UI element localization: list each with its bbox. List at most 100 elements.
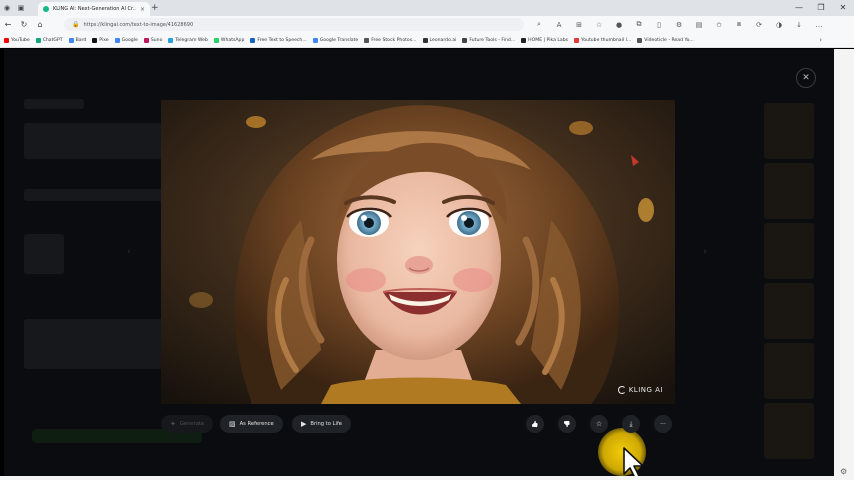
sync-icon[interactable]: ⟳ <box>750 18 768 31</box>
page-scrollbar[interactable]: ⚙ <box>834 49 854 480</box>
bookmark-pixe[interactable]: Pixe <box>92 37 109 43</box>
bookmark-google-translate[interactable]: Google Translate <box>312 37 358 43</box>
settings-gear-icon[interactable]: ⚙ <box>840 467 847 476</box>
kling-favicon-icon <box>43 6 49 12</box>
dimmed-history-thumb <box>764 163 814 219</box>
collections-icon[interactable]: ⧈ <box>730 18 748 31</box>
bookmark-videoticle[interactable]: Videoticle - Read Yo... <box>637 37 694 43</box>
image-icon: ▨ <box>229 420 236 428</box>
browser-toolbar: ← ↻ ⌂ 🔒 https://klingai.com/text-to-imag… <box>0 16 854 33</box>
bookmark-bard[interactable]: Bard <box>68 37 86 43</box>
thumbs-down-icon: 👎 <box>563 420 571 428</box>
yt-thumbnail-icon <box>574 37 580 43</box>
dimmed-row <box>24 189 174 201</box>
bookmark-leonardo[interactable]: Leonardo.ai <box>422 37 456 43</box>
dimmed-heading <box>24 99 84 109</box>
tab-title: KLING AI: Next-Generation AI Cr... <box>53 6 136 12</box>
search-icon[interactable]: ⌕ <box>530 18 548 31</box>
bookmark-pika[interactable]: HOME | Pika Labs <box>521 37 568 43</box>
new-tab-button[interactable]: + <box>151 3 159 13</box>
bookmark-telegram[interactable]: Telegram Web <box>168 37 208 43</box>
bookmark-chatgpt[interactable]: ChatGPT <box>35 37 63 43</box>
star-outline-icon: ☆ <box>595 420 603 428</box>
dimmed-history-thumb <box>764 403 814 459</box>
bookmark-suno[interactable]: Suno <box>143 37 162 43</box>
google-icon <box>114 37 120 43</box>
pika-icon <box>521 37 527 43</box>
as-reference-button[interactable]: ▨ As Reference <box>220 415 283 433</box>
youtube-icon <box>4 37 9 43</box>
bookmark-whatsapp[interactable]: WhatsApp <box>213 37 244 43</box>
home-icon[interactable]: ⌂ <box>32 20 48 29</box>
pixe-icon <box>92 37 98 43</box>
back-arrow-icon[interactable]: ← <box>0 20 16 29</box>
url-text: https://klingai.com/text-to-image/416286… <box>83 21 194 28</box>
read-aloud-icon[interactable]: A <box>550 18 568 31</box>
previous-image-arrow-icon[interactable]: ‹ <box>120 243 138 261</box>
address-bar[interactable]: 🔒 https://klingai.com/text-to-image/4162… <box>64 18 524 31</box>
bookmark-google[interactable]: Google <box>114 37 138 43</box>
download-toolbar-icon[interactable]: ↓ <box>790 18 808 31</box>
suno-icon <box>143 37 149 43</box>
whatsapp-icon <box>213 37 219 43</box>
dimmed-history-thumb <box>764 223 814 279</box>
like-button[interactable]: 👍 <box>526 415 544 433</box>
window-bottom-edge <box>0 476 834 480</box>
bookmark-future-tools[interactable]: Future Tools - Find... <box>462 37 515 43</box>
lock-icon: 🔒 <box>72 21 80 28</box>
translate-icon <box>312 37 318 43</box>
bookmark-tts[interactable]: Free Text to Speech... <box>250 37 307 43</box>
dimmed-sidebar <box>12 89 182 469</box>
next-image-arrow-icon[interactable]: › <box>696 243 714 261</box>
kling-watermark: KLING AI <box>617 386 663 394</box>
thumbs-up-icon: 👍 <box>531 420 539 428</box>
bring-to-life-button[interactable]: ▶ Bring to Life <box>292 415 351 433</box>
ellipsis-icon[interactable]: … <box>810 18 828 31</box>
split-screen-icon[interactable]: ▯ <box>650 18 668 31</box>
settings-icon[interactable]: ⚙ <box>670 18 688 31</box>
browser-tab-bar: ◉ ▣ KLING AI: Next-Generation AI Cr... ×… <box>0 0 854 16</box>
videoticle-icon <box>637 37 643 43</box>
download-button[interactable]: ⤓ <box>622 415 640 433</box>
video-icon: ▶ <box>301 420 307 428</box>
bookmark-youtube[interactable]: YouTube <box>4 37 30 43</box>
bookmarks-more-chevron-icon[interactable]: › <box>819 36 822 44</box>
leonardo-icon <box>422 37 428 43</box>
stock-photos-icon <box>364 37 370 43</box>
bard-icon <box>68 37 74 43</box>
bookmarks-bar: YouTube ChatGPT Bard Pixe Google Suno Te… <box>0 33 854 48</box>
more-options-button[interactable]: ··· <box>654 415 672 433</box>
extension-blue-icon[interactable]: ● <box>610 18 628 31</box>
bring-to-life-label: Bring to Life <box>310 421 342 427</box>
tab-close-button[interactable]: × <box>140 6 145 13</box>
browser-tab-kling[interactable]: KLING AI: Next-Generation AI Cr... × <box>38 2 150 16</box>
dislike-button[interactable]: 👎 <box>558 415 576 433</box>
minimize-button[interactable]: — <box>788 0 810 16</box>
telegram-icon <box>168 37 174 43</box>
sidebar-icon[interactable]: ▤ <box>690 18 708 31</box>
favorite-button[interactable]: ☆ <box>590 415 608 433</box>
watermark-text: KLING AI <box>628 386 663 394</box>
generated-image: KLING AI <box>161 100 675 404</box>
favorites-icon[interactable]: ✩ <box>710 18 728 31</box>
maximize-button[interactable]: ❐ <box>810 0 832 16</box>
extension-puzzle-icon[interactable]: ⧉ <box>630 18 648 31</box>
grid-icon[interactable]: ⊞ <box>570 18 588 31</box>
reload-icon[interactable]: ↻ <box>16 20 32 29</box>
chatgpt-icon <box>35 37 41 43</box>
copilot-icon[interactable]: ◑ <box>770 18 788 31</box>
bookmark-stock-photos[interactable]: Free Stock Photos... <box>364 37 417 43</box>
bookmark-yt-thumbnail[interactable]: Youtube thumbnail l... <box>574 37 631 43</box>
kling-logo-icon <box>617 386 626 394</box>
as-reference-label: As Reference <box>239 421 274 427</box>
workspaces-icon[interactable]: ▣ <box>14 0 28 16</box>
generate-button[interactable]: ✦ Generate <box>161 415 213 433</box>
download-icon: ⤓ <box>629 419 633 428</box>
profile-icon[interactable]: ◉ <box>0 0 14 16</box>
viewer-close-button[interactable]: ✕ <box>796 68 816 88</box>
generate-label: Generate <box>179 421 205 427</box>
dimmed-history-thumb <box>764 103 814 159</box>
window-controls: — ❐ ✕ <box>788 0 854 16</box>
close-window-button[interactable]: ✕ <box>832 0 854 16</box>
star-icon[interactable]: ☆ <box>590 18 608 31</box>
